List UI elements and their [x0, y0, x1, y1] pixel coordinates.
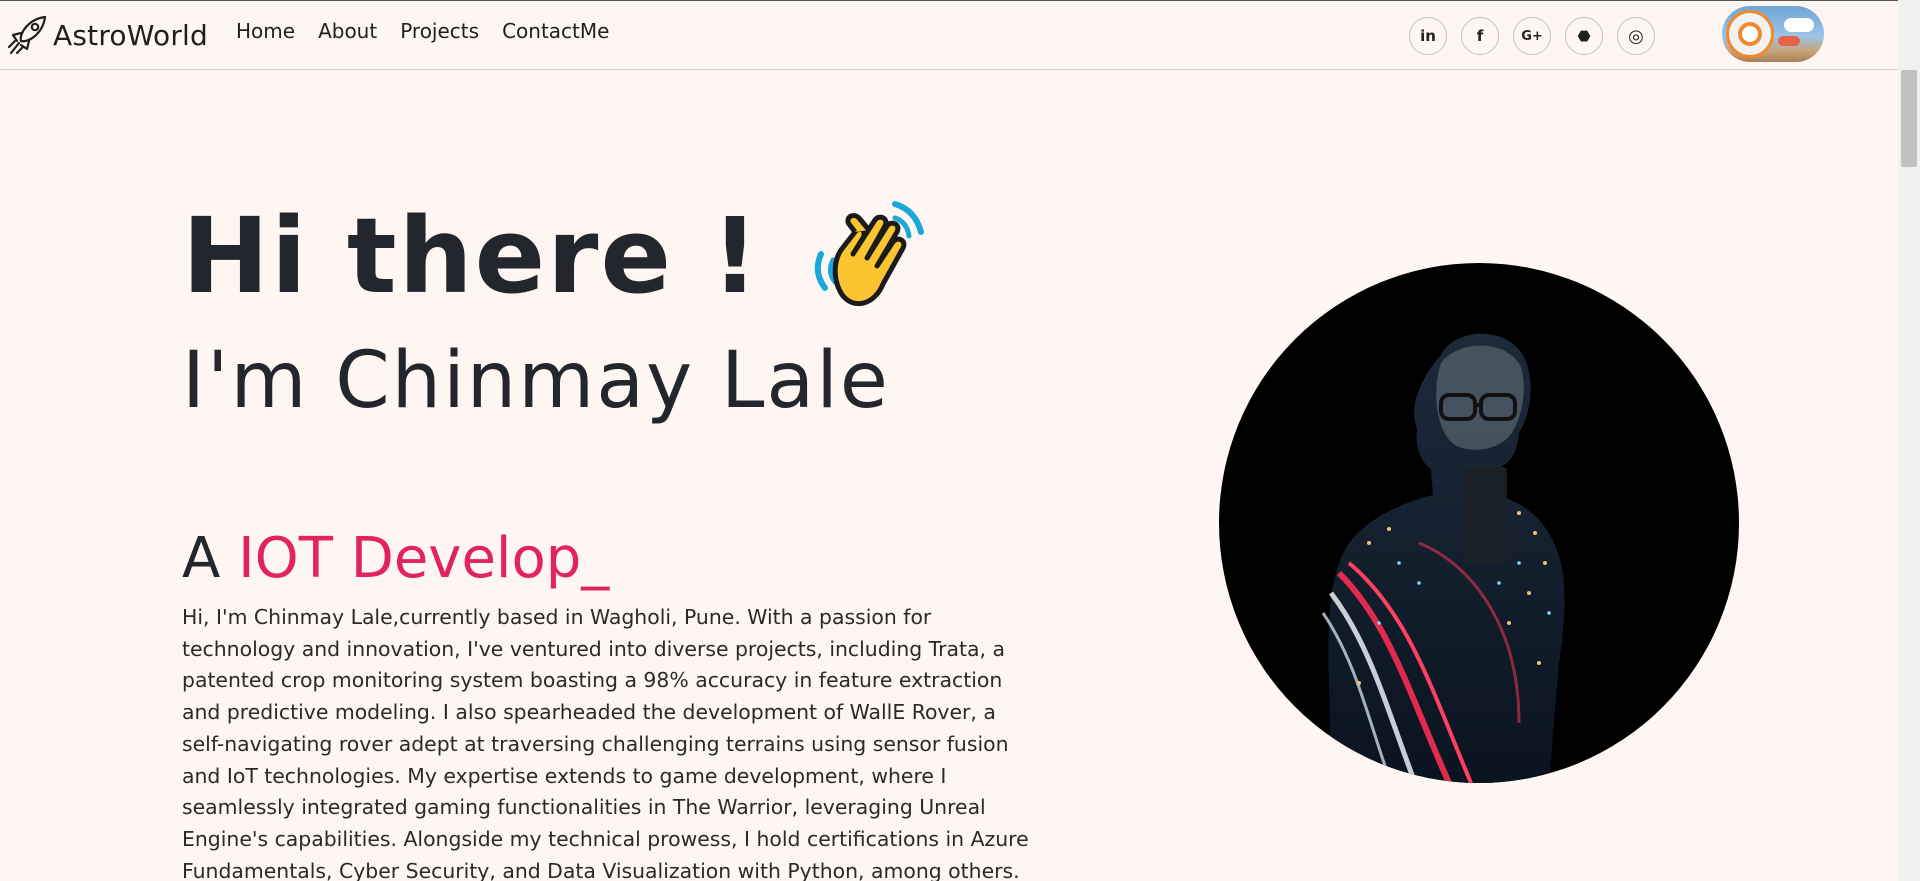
facebook-icon[interactable]: f — [1461, 17, 1499, 55]
scrollbar-thumb[interactable] — [1901, 70, 1917, 167]
bio-paragraph: Hi, I'm Chinmay Lale,currently based in … — [182, 605, 1029, 881]
role-typewriter: A IOT Develop_ — [182, 526, 609, 591]
navbar: AstroWorld Home About Projects ContactMe… — [0, 0, 1898, 70]
google-plus-icon[interactable]: G+ — [1513, 17, 1551, 55]
social-links: in f G+ ⬣ ◎ — [1409, 17, 1669, 55]
waving-hand-icon — [803, 192, 931, 320]
cloud-icon — [1784, 18, 1814, 32]
role-text: IOT Develop — [238, 526, 582, 591]
role-prefix: A — [182, 526, 221, 591]
brand[interactable]: AstroWorld — [5, 11, 208, 59]
toggle-knob — [1726, 10, 1774, 58]
typewriter-cursor: _ — [581, 526, 610, 591]
theme-toggle[interactable] — [1722, 6, 1824, 62]
instagram-icon[interactable]: ◎ — [1617, 17, 1655, 55]
profile-photo — [1219, 263, 1739, 783]
linkedin-icon[interactable]: in — [1409, 17, 1447, 55]
bb8-icon — [1738, 22, 1762, 46]
rocket-icon — [5, 13, 49, 57]
scrollbar[interactable] — [1898, 0, 1920, 881]
nav-links: Home About Projects ContactMe — [236, 19, 632, 43]
github-icon[interactable]: ⬣ — [1565, 17, 1603, 55]
nav-link-home[interactable]: Home — [236, 19, 295, 43]
brand-name: AstroWorld — [53, 18, 208, 52]
hero-greeting: Hi there ! — [182, 192, 931, 320]
cloud-icon — [1778, 36, 1800, 46]
nav-link-contactme[interactable]: ContactMe — [502, 19, 609, 43]
greeting-text: Hi there ! — [182, 195, 761, 317]
nav-link-projects[interactable]: Projects — [400, 19, 479, 43]
nav-link-about[interactable]: About — [318, 19, 377, 43]
hero-name: I'm Chinmay Lale — [182, 336, 890, 426]
